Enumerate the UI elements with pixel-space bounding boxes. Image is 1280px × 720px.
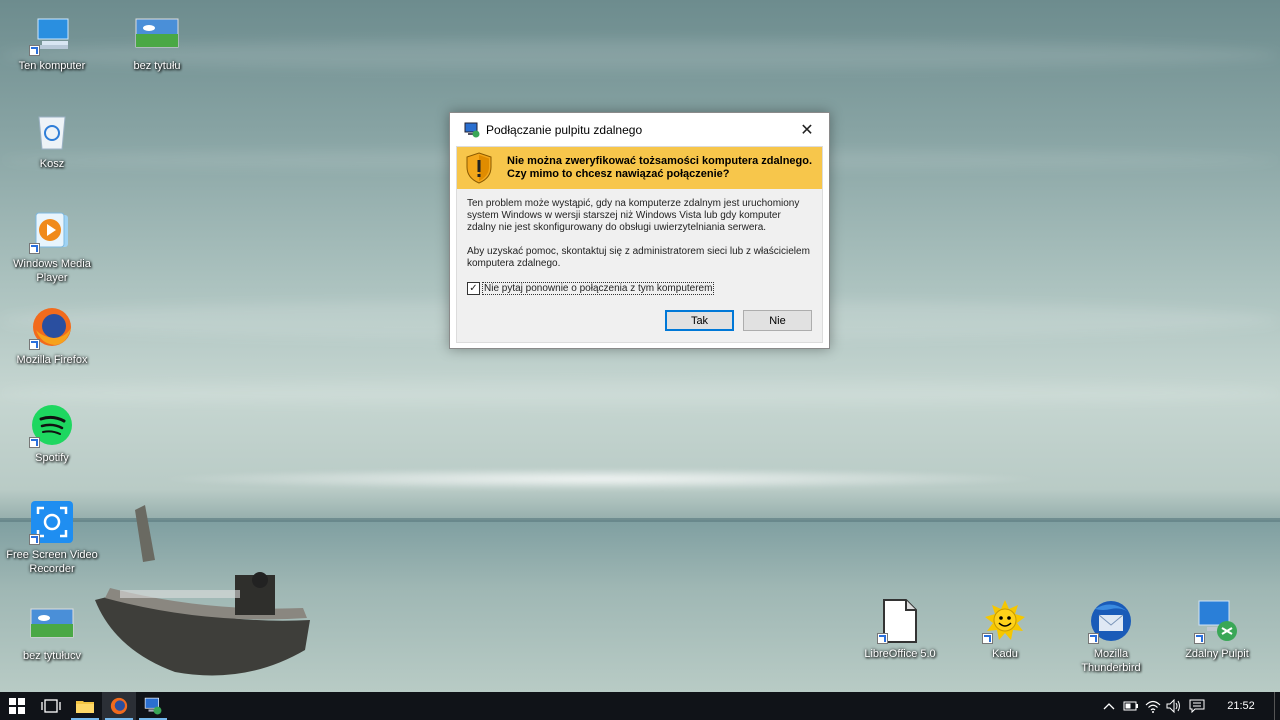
explanation-paragraph: Ten problem może wystąpić, gdy na komput… [467,198,800,233]
shortcut-arrow-icon [29,534,40,545]
dialog-body: Ten problem może wystąpić, gdy na komput… [457,189,822,270]
shortcut-arrow-icon [29,243,40,254]
image-file-icon [30,608,74,638]
desktop-icon-mozilla-thunderbird[interactable]: Mozilla Thunderbird [1063,598,1159,675]
file-explorer-icon [76,701,94,713]
battery-button[interactable] [1120,692,1142,720]
task-view-icon [41,699,61,713]
desktop-icon-kosz[interactable]: Kosz [4,108,100,171]
volume-button[interactable] [1164,692,1186,720]
show-hidden-icons-button[interactable] [1098,692,1120,720]
firefox-taskbar-button[interactable] [102,692,136,720]
desktop-icon-windows-media-player[interactable]: Windows Media Player [4,208,100,285]
warning-banner: Nie można zweryfikować tożsamości komput… [457,147,822,189]
start-icon [9,698,25,714]
desktop-icon-libreoffice[interactable]: LibreOffice 5.0 [852,598,948,661]
system-tray: 21:52 [1098,692,1280,720]
dialog-title-bar[interactable]: Podłączanie pulpitu zdalnego [450,113,829,146]
desktop-icon-label: Kadu [992,648,1018,660]
dont-ask-again-checkbox-row[interactable]: ✓ Nie pytaj ponownie o połączenia z tym … [467,282,715,295]
chevron-up-icon [1103,703,1115,710]
warning-line-1: Nie można zweryfikować tożsamości komput… [507,155,813,167]
shortcut-arrow-icon [1088,633,1099,644]
desktop-icon-label: Mozilla Thunderbird [1081,648,1141,674]
desktop-icon-spotify[interactable]: Spotify [4,402,100,465]
start-button[interactable] [0,692,34,720]
desktop-icon-label: bez tytułu [133,60,181,72]
yes-button[interactable]: Tak [665,310,734,331]
firefox-icon [110,697,128,715]
shortcut-arrow-icon [29,339,40,350]
close-button[interactable]: ✕ [785,113,829,146]
desktop-icon-bez-tytulucv[interactable]: bez tytułucv [4,600,100,663]
desktop-icon-label: Kosz [39,158,65,170]
clock[interactable]: 21:52 [1208,700,1274,712]
shortcut-arrow-icon [877,633,888,644]
help-paragraph: Aby uzyskać pomoc, skontaktuj się z admi… [467,246,810,269]
desktop-icon-mozilla-firefox[interactable]: Mozilla Firefox [4,304,100,367]
desktop-icon-label: Free Screen Video Recorder [6,549,98,575]
desktop-icon-label: Zdalny Pulpit [1185,648,1249,660]
remote-desktop-icon [464,122,480,137]
no-button[interactable]: Nie [743,310,812,331]
dialog-content: Nie można zweryfikować tożsamości komput… [456,146,823,343]
remote-desktop-dialog: Podłączanie pulpitu zdalnego ✕ Nie można… [449,112,830,349]
warning-line-2: Czy mimo to chcesz nawiązać połączenie? [507,168,730,180]
battery-icon [1123,701,1138,711]
shortcut-arrow-icon [1194,633,1205,644]
action-center-button[interactable] [1186,692,1208,720]
network-button[interactable] [1142,692,1164,720]
action-center-icon [1189,699,1205,713]
boat-background [95,505,310,676]
remote-desktop-taskbar-button[interactable] [136,692,170,720]
file-explorer-taskbar-button[interactable] [68,692,102,720]
dont-ask-again-checkbox[interactable]: ✓ [467,282,480,295]
dialog-title: Podłączanie pulpitu zdalnego [486,122,643,137]
taskbar: 21:52 [0,692,1280,720]
shortcut-arrow-icon [982,633,993,644]
close-icon: ✕ [800,121,814,139]
desktop-icon-free-screen-video-recorder[interactable]: Free Screen Video Recorder [4,499,100,576]
desktop-icon-kadu[interactable]: Kadu [957,598,1053,661]
desktop-icon-label: Windows Media Player [13,258,91,284]
desktop-icon-zdalny-pulpit[interactable]: Zdalny Pulpit [1169,598,1265,661]
desktop-icon-label: Spotify [35,452,69,464]
warning-text: Nie można zweryfikować tożsamości komput… [507,155,812,181]
recycle-bin-icon [38,116,66,150]
remote-desktop-icon [144,697,162,715]
desktop-icon-ten-komputer[interactable]: Ten komputer [4,10,100,73]
show-desktop-button[interactable] [1274,692,1280,720]
desktop-icon-label: Mozilla Firefox [16,354,88,366]
desktop-icon-bez-tytulu[interactable]: bez tytułu [109,10,205,73]
desktop-icon-label: LibreOffice 5.0 [864,648,936,660]
dont-ask-again-label[interactable]: Nie pytaj ponownie o połączenia z tym ko… [482,282,715,295]
shortcut-arrow-icon [29,45,40,56]
volume-icon [1166,699,1180,713]
task-view-button[interactable] [34,692,68,720]
desktop-icon-label: bez tytułucv [22,650,82,662]
shortcut-arrow-icon [29,437,40,448]
desktop-icon-label: Ten komputer [18,60,86,72]
wifi-icon [1145,700,1161,713]
image-file-icon [135,18,179,48]
warning-shield-icon [466,152,492,184]
